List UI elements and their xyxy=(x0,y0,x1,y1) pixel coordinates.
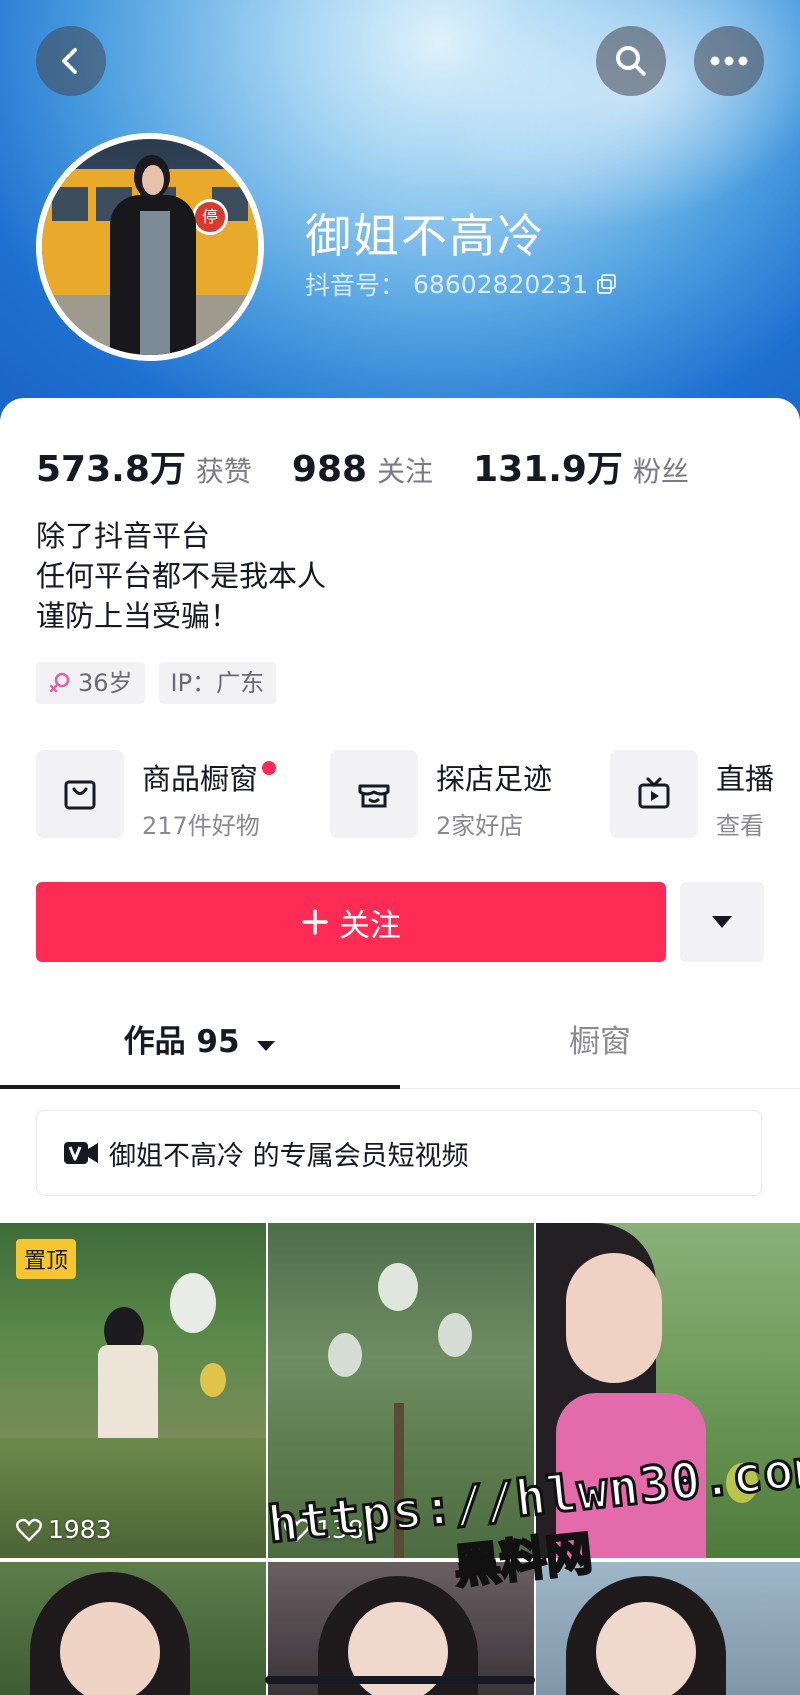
follow-button[interactable]: 关注 xyxy=(36,882,666,962)
shortcut-showcase[interactable]: 商品橱窗 217件好物 xyxy=(36,750,277,840)
followers-label[interactable]: 粉丝 xyxy=(633,450,689,490)
shopping-bag-icon xyxy=(64,780,96,810)
video-thumbnail[interactable] xyxy=(0,1562,266,1695)
chevron-left-icon xyxy=(62,48,77,74)
member-banner-text: 的专属会员短视频 xyxy=(244,1140,469,1172)
age-tag: 36岁 xyxy=(36,662,145,704)
caret-down-icon xyxy=(712,916,732,928)
member-banner-name: 御姐不高冷 xyxy=(109,1140,244,1172)
following-label[interactable]: 关注 xyxy=(377,450,433,490)
shortcut-live-title: 直播 xyxy=(716,762,775,796)
ip-location-tag: IP：广东 xyxy=(158,662,277,704)
notification-dot xyxy=(262,761,277,775)
tab-works[interactable]: 作品 95 xyxy=(0,1008,400,1089)
video-likes: 1983 xyxy=(16,1515,112,1544)
member-videos-banner[interactable]: 御姐不高冷 的专属会员短视频 xyxy=(36,1110,762,1196)
video-camera-icon xyxy=(64,1142,98,1164)
shortcut-store-visits[interactable]: 探店足迹 2家好店 xyxy=(330,750,552,840)
heart-icon xyxy=(16,1518,42,1542)
shortcut-live[interactable]: 直播 查看 xyxy=(610,750,774,840)
douyin-id-value: 68602820231 xyxy=(413,269,588,299)
shortcut-showcase-title: 商品橱窗 xyxy=(142,762,259,796)
caret-down-icon xyxy=(257,1041,276,1051)
tab-active-indicator xyxy=(0,1085,400,1089)
content-tabs: 作品 95 橱窗 xyxy=(0,1008,800,1089)
more-dots-icon xyxy=(710,56,748,66)
profile-tags: 36岁 IP：广东 xyxy=(36,662,277,704)
bio: 除了抖音平台 任何平台都不是我本人 谨防上当受骗！ xyxy=(36,516,326,636)
likes-label: 获赞 xyxy=(195,455,252,488)
shortcut-store-sub: 2家好店 xyxy=(436,812,524,840)
shortcut-live-sub: 查看 xyxy=(716,812,764,840)
tab-showcase-label: 橱窗 xyxy=(569,1024,631,1060)
follow-label: 关注 xyxy=(339,907,401,944)
tab-works-label: 作品 95 xyxy=(123,1024,240,1060)
female-icon xyxy=(49,672,70,693)
shortcut-row: 商品橱窗 217件好物 探店足迹 2家好店 直播 查看 xyxy=(36,750,800,840)
douyin-id-label: 抖音号： xyxy=(305,271,406,300)
tab-showcase[interactable]: 橱窗 xyxy=(400,1008,800,1088)
home-indicator[interactable] xyxy=(265,1676,535,1684)
bio-line: 谨防上当受骗！ xyxy=(36,599,240,633)
search-button[interactable] xyxy=(596,26,666,96)
plus-icon xyxy=(302,909,328,935)
douyin-id: 抖音号： 68602820231 xyxy=(305,266,618,302)
copy-icon[interactable] xyxy=(596,273,618,295)
likes-count: 573.8万 xyxy=(36,449,186,490)
back-button[interactable] xyxy=(36,26,106,96)
store-icon xyxy=(358,784,390,808)
followers-count[interactable]: 131.9万 xyxy=(473,440,623,492)
bio-line: 除了抖音平台 xyxy=(36,519,211,553)
avatar[interactable]: 停 xyxy=(36,133,264,361)
more-button[interactable] xyxy=(694,26,764,96)
shortcut-showcase-sub: 217件好物 xyxy=(142,812,260,840)
shortcut-store-title: 探店足迹 xyxy=(436,762,553,796)
video-thumbnail[interactable]: 置顶 1983 xyxy=(0,1223,266,1558)
follow-options-button[interactable] xyxy=(680,882,764,962)
stats-row: 573.8万 获赞 988 关注 131.9万 粉丝 xyxy=(36,440,729,492)
profile-name: 御姐不高冷 xyxy=(305,209,545,263)
following-count[interactable]: 988 xyxy=(292,449,367,490)
search-icon xyxy=(616,46,646,76)
bio-line: 任何平台都不是我本人 xyxy=(36,559,327,593)
tv-icon xyxy=(638,777,670,809)
pinned-badge: 置顶 xyxy=(16,1239,77,1279)
